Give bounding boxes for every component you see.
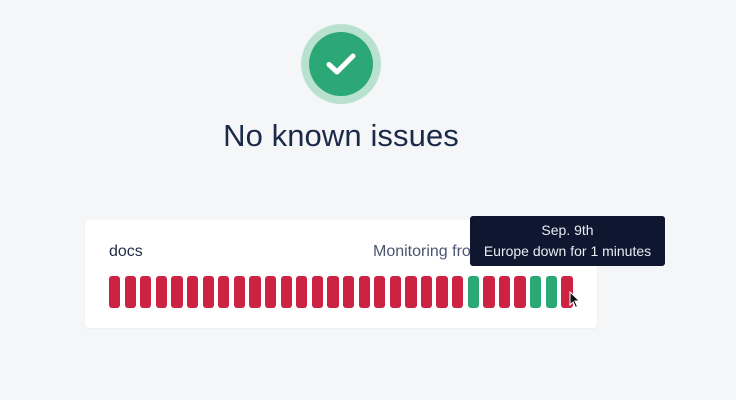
checkmark-icon (326, 53, 356, 75)
status-page: No known issues docs Monitoring from Sep… (0, 0, 736, 400)
uptime-day-bar[interactable] (327, 276, 339, 308)
uptime-day-bar[interactable] (389, 276, 401, 308)
mouse-cursor-icon (569, 291, 581, 309)
uptime-day-bar[interactable] (358, 276, 370, 308)
uptime-day-bar[interactable] (545, 276, 557, 308)
uptime-day-bar[interactable] (530, 276, 542, 308)
uptime-day-bar[interactable] (296, 276, 308, 308)
uptime-tooltip: Sep. 9th Europe down for 1 minutes (470, 216, 665, 266)
uptime-day-bar[interactable] (171, 276, 183, 308)
uptime-day-bar[interactable] (218, 276, 230, 308)
status-headline: No known issues (223, 118, 459, 153)
tooltip-message: Europe down for 1 minutes (483, 243, 652, 259)
uptime-day-bar[interactable] (186, 276, 199, 308)
uptime-day-bar[interactable] (436, 276, 448, 308)
uptime-day-bar[interactable] (280, 276, 292, 308)
service-name: docs (109, 243, 143, 260)
uptime-day-bar[interactable] (233, 276, 246, 308)
uptime-day-bar[interactable] (202, 276, 214, 308)
uptime-day-bar[interactable] (342, 276, 355, 308)
uptime-day-bar[interactable] (452, 276, 464, 308)
uptime-day-bar[interactable] (483, 276, 495, 308)
uptime-day-bar[interactable] (405, 276, 417, 308)
uptime-day-bar[interactable] (311, 276, 324, 308)
uptime-bars (109, 276, 573, 308)
tooltip-date: Sep. 9th (541, 222, 594, 238)
uptime-day-bar[interactable] (155, 276, 168, 308)
uptime-day-bar[interactable] (249, 276, 261, 308)
uptime-day-bar[interactable] (420, 276, 433, 308)
uptime-day-bar[interactable] (514, 276, 526, 308)
status-circle (309, 32, 373, 96)
uptime-day-bar[interactable] (467, 276, 479, 308)
uptime-day-bar[interactable] (140, 276, 152, 308)
uptime-day-bar[interactable] (498, 276, 511, 308)
uptime-day-bar[interactable] (124, 276, 136, 308)
uptime-day-bar[interactable] (264, 276, 277, 308)
uptime-day-bar[interactable] (374, 276, 386, 308)
uptime-day-bar[interactable] (109, 276, 121, 308)
status-indicator (301, 24, 381, 104)
